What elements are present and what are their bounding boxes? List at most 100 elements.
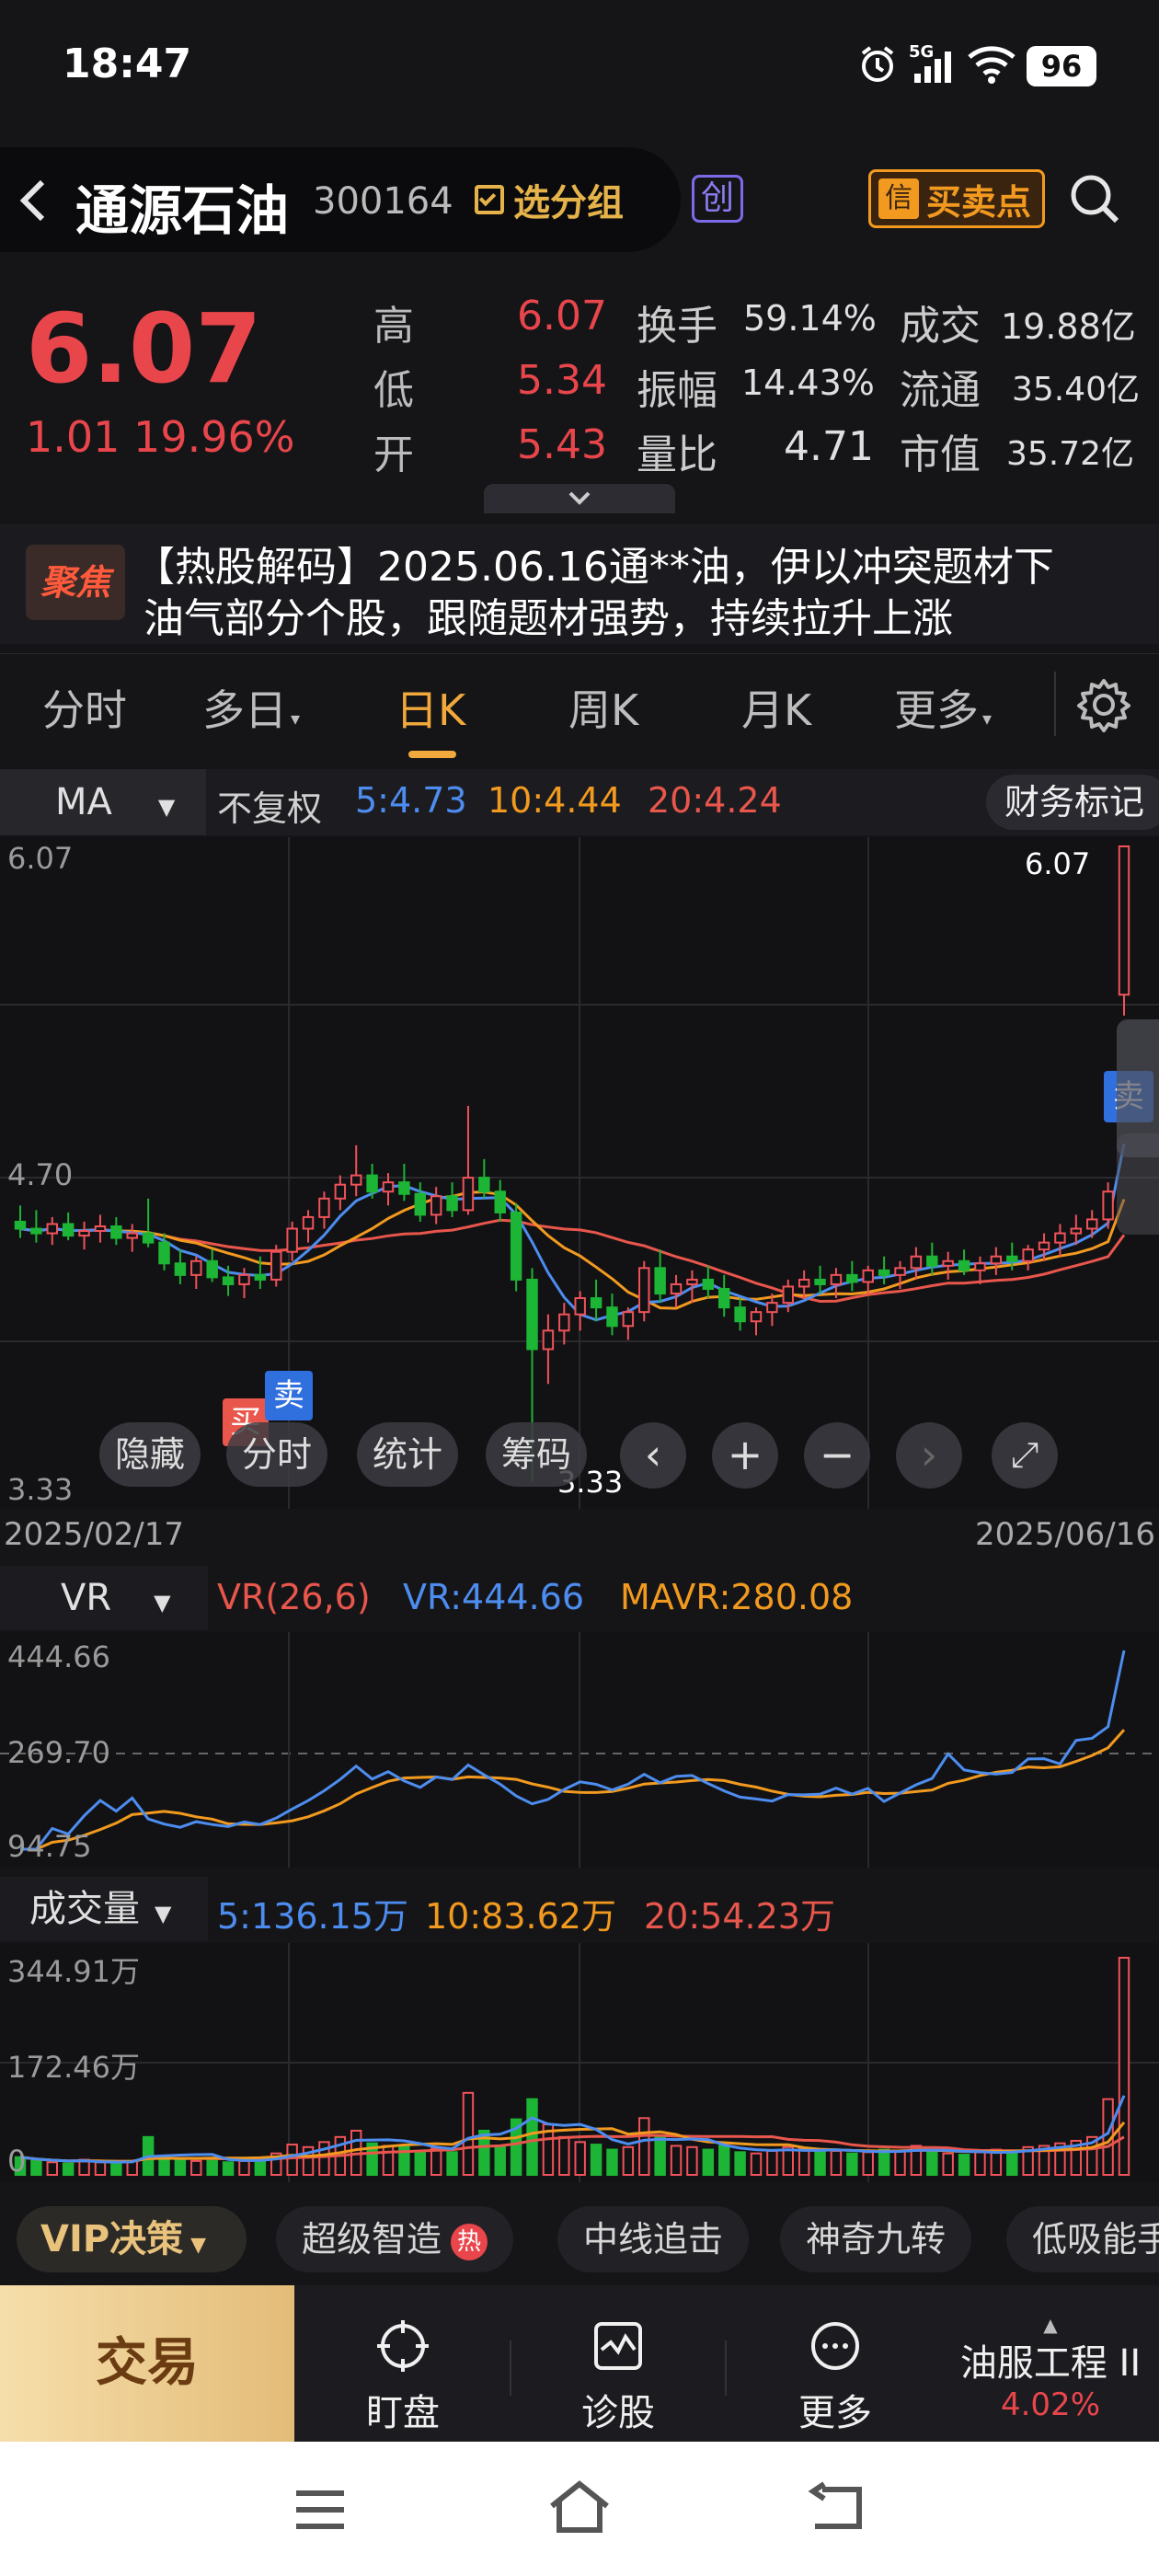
- tab-monthly-k[interactable]: 月K: [741, 677, 811, 738]
- caret-down-icon: ▾: [982, 707, 993, 730]
- candle: [958, 1259, 970, 1271]
- y-axis-mid: 4.70: [7, 1157, 74, 1192]
- more-button[interactable]: 更多: [771, 2318, 900, 2436]
- home-icon[interactable]: [546, 2478, 613, 2537]
- caret-down-icon: ▾: [291, 707, 301, 730]
- candle: [398, 1181, 410, 1195]
- candle: [590, 1297, 602, 1309]
- chevron-down-icon: [568, 491, 591, 505]
- ma20-value: 20:4.24: [648, 780, 782, 821]
- volume-bar: [606, 2148, 618, 2176]
- tab-more[interactable]: 更多 ▾: [894, 677, 992, 738]
- vr-value: VR:444.66: [403, 1577, 584, 1617]
- vr-type-select[interactable]: VR ▼: [0, 1566, 208, 1630]
- settings-gear-icon[interactable]: [1076, 677, 1131, 732]
- price-change: 1.01 19.96%: [26, 412, 294, 462]
- watch-button[interactable]: 盯盘: [339, 2318, 467, 2436]
- candle: [1022, 1248, 1034, 1262]
- chart-scroll-handle-2[interactable]: [1117, 1133, 1159, 1235]
- back-icon[interactable]: [15, 175, 52, 226]
- vip-decision-button[interactable]: VIP决策 ▼: [17, 2206, 247, 2272]
- statistics-button[interactable]: 统计: [357, 1422, 458, 1487]
- caret-down-icon: ▼: [157, 794, 176, 820]
- news-line-2: 油气部分个股，跟随题材强势，持续拉升上涨: [143, 595, 953, 642]
- current-price: 6.07: [26, 293, 262, 405]
- strategy-chip-2[interactable]: 中线追击: [557, 2206, 750, 2272]
- vr-params: VR(26,6): [217, 1577, 371, 1617]
- candle: [1102, 1190, 1114, 1221]
- volume-bar: [702, 2148, 715, 2176]
- candle: [318, 1197, 330, 1218]
- vr-axis-bottom: 94.75: [7, 1829, 92, 1864]
- news-banner[interactable]: 聚焦 【热股解码】2025.06.16通**油，伊以冲突题材下 油气部分个股，跟…: [0, 524, 1159, 644]
- intraday-button[interactable]: 分时: [226, 1422, 327, 1487]
- candle: [830, 1273, 843, 1285]
- candle: [510, 1211, 522, 1281]
- menu-icon[interactable]: [291, 2484, 350, 2536]
- zoom-out-icon[interactable]: −: [804, 1422, 870, 1489]
- kline-chart[interactable]: 6.07 4.70 3.33 6.07 3.33 买 卖 卖 隐藏 分时 统计 …: [0, 837, 1159, 1509]
- hide-button[interactable]: 隐藏: [99, 1422, 201, 1487]
- ma-type-select[interactable]: MA ▼: [0, 769, 206, 835]
- fullscreen-icon[interactable]: ⤢: [992, 1422, 1058, 1489]
- tab-daily-k[interactable]: 日K: [396, 677, 465, 738]
- news-line-1: 【热股解码】2025.06.16通**油，伊以冲突题材下: [134, 544, 1054, 591]
- sector-info[interactable]: ▲ 油服工程 II 4.02%: [942, 2314, 1159, 2423]
- ma-type-label: MA: [55, 781, 112, 823]
- caret-down-icon: ▼: [154, 1590, 171, 1616]
- diagnose-button[interactable]: 诊股: [554, 2318, 683, 2436]
- candle: [670, 1282, 683, 1295]
- ma10-value: 10:4.44: [488, 780, 622, 821]
- tab-multi-day[interactable]: 多日 ▾: [202, 677, 300, 738]
- amount-label: 成交: [900, 303, 981, 350]
- expand-quote-toggle[interactable]: [484, 484, 675, 513]
- sell-signal-marker[interactable]: 卖: [265, 1371, 313, 1420]
- volume-bar: [798, 2147, 810, 2177]
- vr-chart[interactable]: 444.66 269.70 94.75: [0, 1632, 1159, 1868]
- select-group-button[interactable]: 选分组: [475, 175, 624, 224]
- scroll-right-icon[interactable]: ›: [896, 1422, 962, 1489]
- stock-name: 通源石油: [75, 179, 290, 242]
- candle: [990, 1255, 1003, 1265]
- volume-bar: [878, 2148, 890, 2176]
- candle: [238, 1273, 250, 1285]
- trade-button[interactable]: 交易: [0, 2285, 294, 2442]
- strategy-chip-3[interactable]: 神奇九转: [780, 2206, 972, 2272]
- date-end: 2025/06/16: [975, 1516, 1155, 1553]
- caret-up-icon: ▲: [1043, 2314, 1058, 2336]
- chart-pulse-icon: [594, 2322, 642, 2370]
- finance-marker-button[interactable]: 财务标记: [986, 775, 1159, 830]
- candle: [1086, 1218, 1098, 1230]
- volume-bar: [638, 2117, 650, 2176]
- search-icon[interactable]: [1067, 171, 1122, 226]
- back-nav-icon[interactable]: [804, 2480, 870, 2536]
- volume-bar: [830, 2149, 843, 2177]
- signal-badge-icon: 信: [878, 178, 919, 219]
- tab-fenshi[interactable]: 分时: [42, 677, 127, 738]
- candle: [286, 1227, 298, 1253]
- strategy-chip-4[interactable]: 低吸能手: [1006, 2206, 1159, 2272]
- volume-chart[interactable]: 344.91万 172.46万 0: [0, 1943, 1159, 2182]
- buy-sell-points-button[interactable]: 信 买卖点: [868, 169, 1045, 228]
- candle: [1006, 1255, 1018, 1262]
- volume-type-select[interactable]: 成交量 ▼: [0, 1877, 208, 1941]
- volume-svg: [0, 1943, 1159, 2182]
- zoom-in-icon[interactable]: +: [712, 1422, 778, 1489]
- candle: [334, 1183, 347, 1200]
- volume-bar: [462, 2091, 475, 2176]
- volume-bar: [558, 2135, 570, 2176]
- candle: [382, 1181, 395, 1193]
- scroll-left-icon[interactable]: ‹: [620, 1422, 686, 1489]
- candle: [142, 1232, 155, 1244]
- strategy-chip-1[interactable]: 超级智造热: [276, 2206, 514, 2272]
- candle: [366, 1174, 378, 1193]
- candle: [62, 1223, 75, 1237]
- volume-bar: [494, 2145, 506, 2176]
- tab-weekly-k[interactable]: 周K: [568, 677, 638, 738]
- focus-badge: 聚焦: [26, 545, 125, 620]
- adjust-mode[interactable]: 不复权: [217, 780, 322, 831]
- status-time: 18:47: [63, 40, 192, 87]
- chips-button[interactable]: 筹码: [486, 1422, 587, 1487]
- vr-axis-top: 444.66: [7, 1639, 110, 1674]
- volume-bar: [414, 2149, 426, 2177]
